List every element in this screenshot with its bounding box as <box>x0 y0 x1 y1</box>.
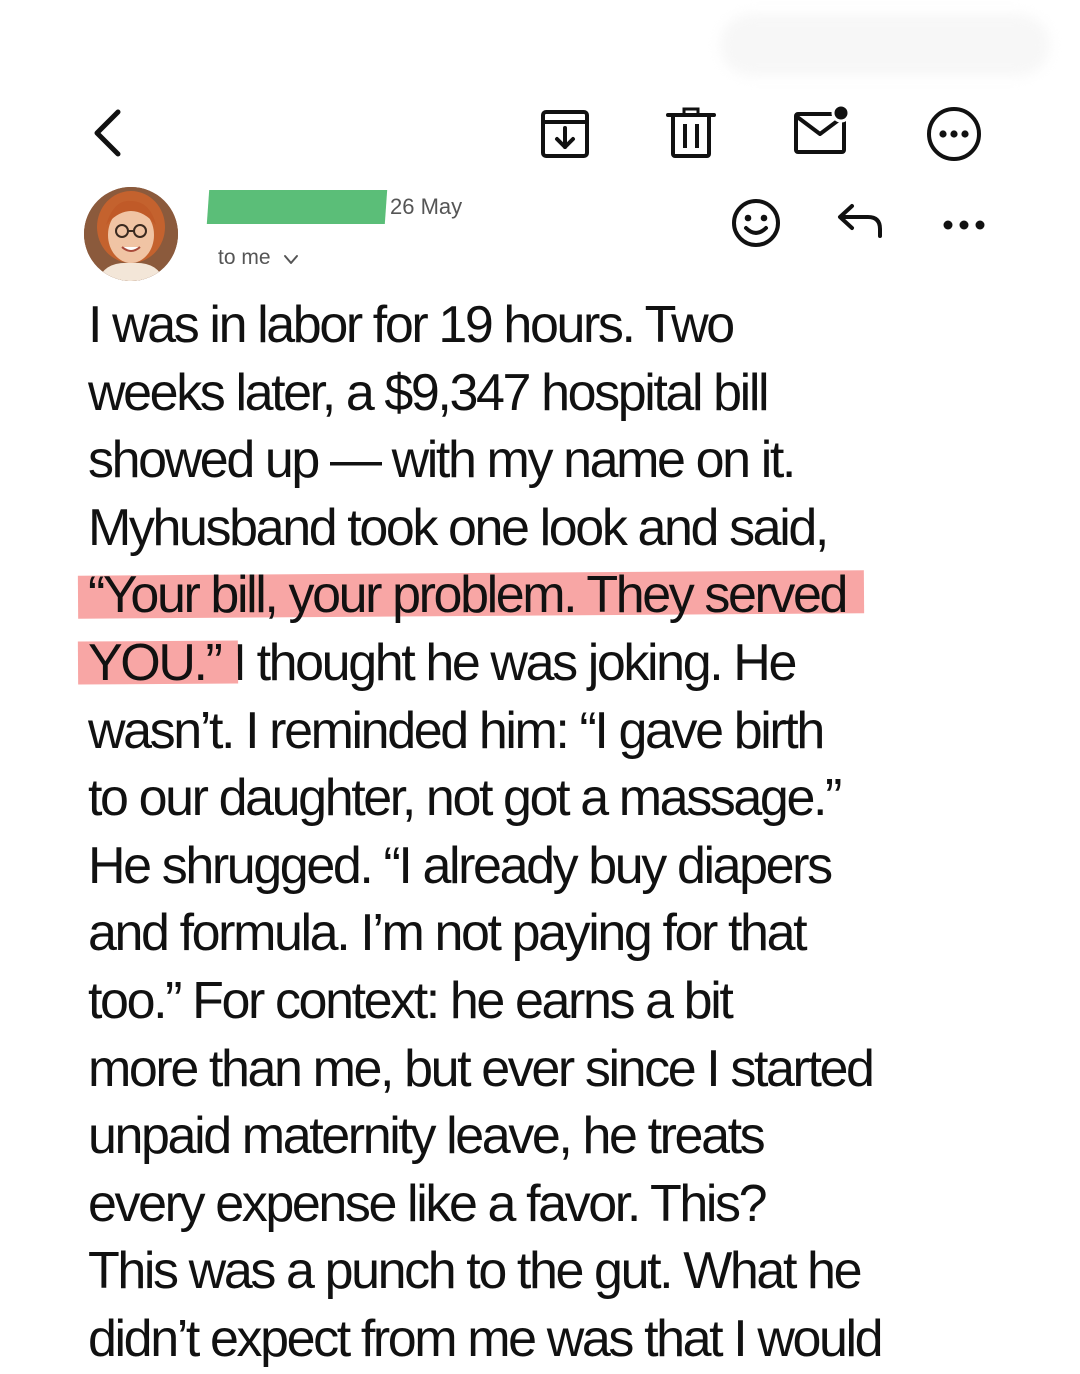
highlighted-quote: “Your bill, your problem. They served <box>88 566 848 625</box>
body-line: I was in labor for 19 hours. Two <box>88 292 988 360</box>
body-line: “Your bill, your problem. They served <box>88 562 988 630</box>
sender-name-redaction <box>206 190 388 224</box>
body-text-segment: wasn’t. I reminded him: “I gave birth <box>88 701 825 760</box>
chevron-down-icon <box>284 255 299 264</box>
body-line: more than me, but ever since I started <box>88 1036 988 1104</box>
back-button[interactable] <box>74 100 140 166</box>
mail-unread-icon <box>794 103 851 154</box>
message-header: 26 May to me <box>0 184 1080 284</box>
body-line: unpaid maternity leave, he treats <box>88 1103 988 1171</box>
archive-button[interactable] <box>532 100 598 166</box>
body-text-segment: Myhusband took one look and said, <box>88 498 829 557</box>
status-bar-blur <box>720 14 1050 76</box>
recipient-label: to me <box>218 246 271 269</box>
body-text-segment: every expense like a favor. This? <box>88 1174 768 1233</box>
message-date: 26 May <box>390 194 463 219</box>
body-line: weeks later, a $9,347 hospital bill <box>88 360 988 428</box>
react-button[interactable] <box>726 192 786 252</box>
body-line: too.” For context: he earns a bit <box>88 968 988 1036</box>
body-line: to our daughter, not got a massage.” <box>88 765 988 833</box>
trash-button[interactable] <box>658 100 724 166</box>
body-text-segment: This was a punch to the gut. What he <box>88 1242 862 1301</box>
trash-icon <box>666 107 716 158</box>
body-text-segment: and formula. I’m not paying for that <box>88 904 808 963</box>
chevron-left-icon <box>94 109 121 157</box>
avatar-photo <box>84 187 178 281</box>
archive-download-icon <box>541 110 589 158</box>
highlighted-quote: YOU.” <box>88 633 223 692</box>
body-text-segment: unpaid maternity leave, he treats <box>88 1107 766 1166</box>
reply-icon <box>838 204 882 238</box>
recipient-toggle[interactable]: to me <box>218 246 300 270</box>
body-line: wasn’t. I reminded him: “I gave birth <box>88 698 988 766</box>
body-line: YOU.” I thought he was joking. He <box>88 630 988 698</box>
body-text-segment: to our daughter, not got a massage.” <box>88 769 842 828</box>
reply-button[interactable] <box>832 192 892 252</box>
more-options-button[interactable] <box>921 100 987 166</box>
message-more-button[interactable] <box>934 192 994 252</box>
body-text-segment: I thought he was joking. He <box>220 633 798 692</box>
body-text-segment: showed up — with my name on it. <box>88 431 796 490</box>
body-line: This was a punch to the gut. What he <box>88 1238 988 1306</box>
body-text-segment: He shrugged. “I already buy diapers <box>88 836 833 895</box>
body-line: He shrugged. “I already buy diapers <box>88 833 988 901</box>
body-text-segment: didn’t expect from me was that I would <box>88 1309 884 1368</box>
more-dots-icon <box>943 220 985 230</box>
message-body: I was in labor for 19 hours. Two weeks la… <box>88 292 988 1374</box>
message-toolbar <box>0 100 1080 170</box>
mark-unread-button[interactable] <box>788 100 854 166</box>
smiley-icon <box>732 199 780 247</box>
body-text-segment: weeks later, a $9,347 hospital bill <box>88 363 770 422</box>
body-line: Myhusband took one look and said, <box>88 495 988 563</box>
body-text-segment: I was in labor for 19 hours. Two <box>88 296 735 354</box>
body-line: every expense like a favor. This? <box>88 1171 988 1239</box>
body-text-segment: too.” For context: he earns a bit <box>88 971 734 1030</box>
body-line: and formula. I’m not paying for that <box>88 900 988 968</box>
avatar[interactable] <box>84 187 178 281</box>
body-line: showed up — with my name on it. <box>88 427 988 495</box>
body-line: didn’t expect from me was that I would <box>88 1306 988 1374</box>
more-circle-icon <box>927 107 981 161</box>
body-text-segment: more than me, but ever since I started <box>88 1039 875 1098</box>
